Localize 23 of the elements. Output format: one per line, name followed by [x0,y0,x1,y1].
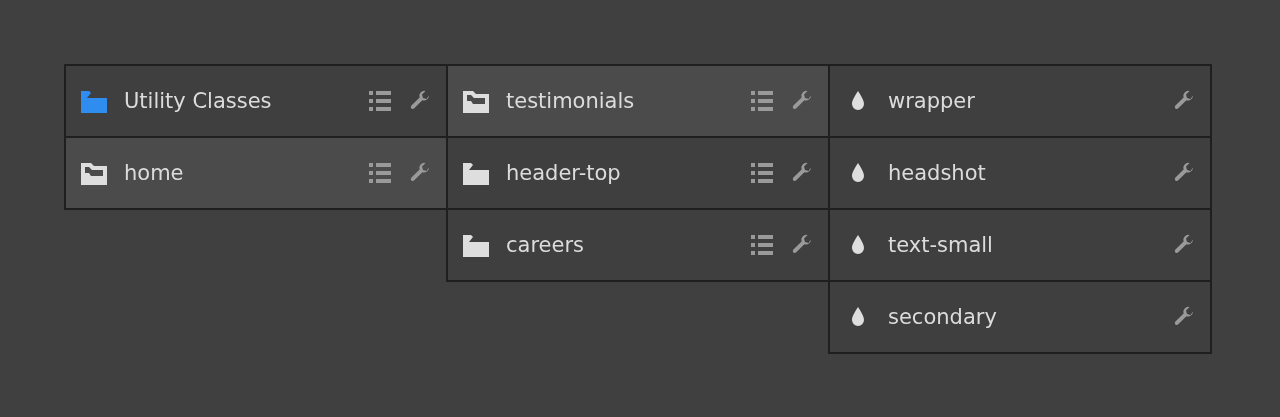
item-label: home [124,161,185,185]
class-row[interactable]: Utility Classes [66,66,446,136]
class-row[interactable]: header-top [448,138,828,208]
list-icon[interactable] [368,89,392,113]
item-label: text-small [888,233,994,257]
item-label: Utility Classes [124,89,273,113]
item-label: careers [506,233,585,257]
item-label: headshot [888,161,987,185]
class-row[interactable]: headshot [830,138,1210,208]
list-icon[interactable] [750,89,774,113]
list-icon[interactable] [750,161,774,185]
list-icon[interactable] [750,233,774,257]
class-row[interactable]: wrapper [830,66,1210,136]
item-label: secondary [888,305,998,329]
class-row[interactable]: home [66,138,446,208]
list-icon[interactable] [368,161,392,185]
class-row[interactable]: testimonials [448,66,828,136]
class-row[interactable]: text-small [830,210,1210,280]
class-row[interactable]: careers [448,210,828,280]
item-label: testimonials [506,89,636,113]
class-row[interactable]: secondary [830,282,1210,352]
item-label: wrapper [888,89,976,113]
item-label: header-top [506,161,622,185]
